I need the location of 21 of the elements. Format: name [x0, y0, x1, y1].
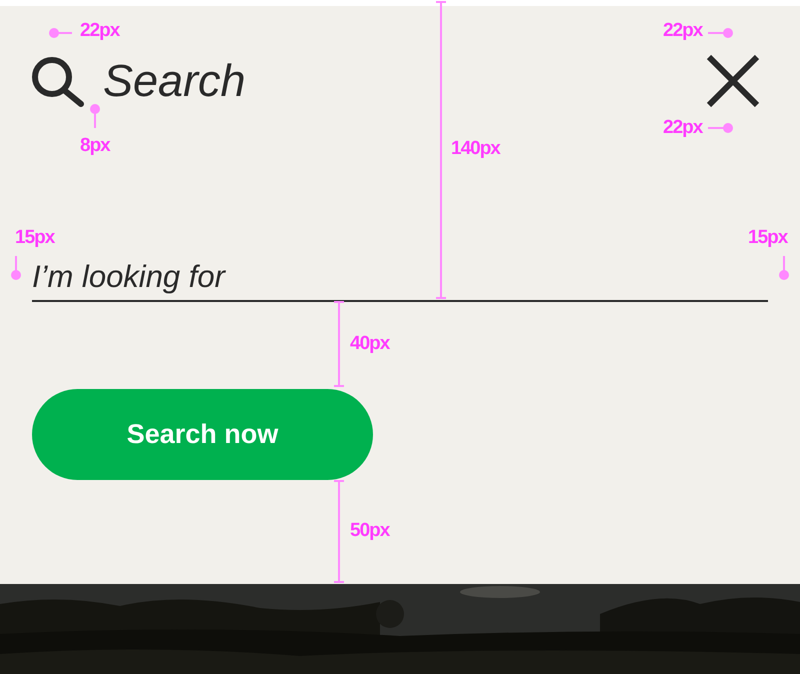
dimension-label: 22px: [80, 20, 120, 42]
dimension-label: 22px: [663, 117, 702, 139]
search-now-button[interactable]: Search now: [32, 389, 373, 480]
dimension-label: 15px: [748, 227, 788, 249]
dimension-label: 40px: [350, 333, 390, 355]
leader-line: [49, 28, 72, 38]
dimension-label: 8px: [80, 135, 110, 157]
search-icon[interactable]: [30, 55, 86, 107]
dimension-label: 15px: [15, 227, 54, 249]
close-icon: [706, 54, 760, 108]
leader-line: [708, 123, 733, 133]
search-title: Search: [103, 55, 246, 107]
dimension-label: 50px: [350, 520, 390, 542]
dimension-label: 140px: [451, 138, 500, 160]
dimension-label: 22px: [663, 20, 702, 42]
leader-line: [779, 256, 789, 280]
search-field[interactable]: I’m looking for: [32, 258, 768, 302]
leader-line: [11, 256, 21, 280]
leader-line: [708, 28, 733, 38]
leader-line: [90, 104, 100, 128]
close-button[interactable]: [706, 54, 760, 108]
